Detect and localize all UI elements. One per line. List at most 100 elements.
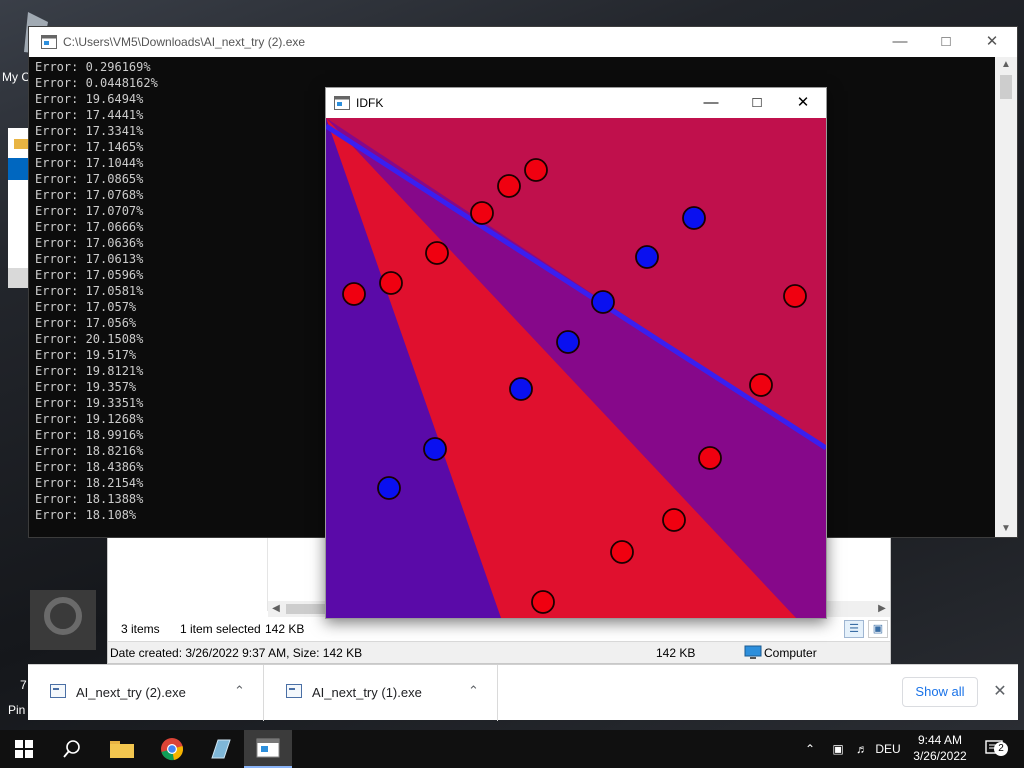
red-data-point [698, 446, 722, 470]
console-line: Error: 17.0596% [35, 268, 144, 282]
window-edge-highlight [8, 158, 30, 180]
download-item[interactable]: AI_next_try (2).exe ⌃ [28, 665, 264, 721]
selection-size: 142 KB [265, 622, 305, 636]
notebook-icon [211, 739, 231, 759]
red-data-point [497, 174, 521, 198]
console-line: Error: 19.8121% [35, 364, 144, 378]
red-data-point [610, 540, 634, 564]
desktop-digit: 7 [20, 678, 27, 692]
input-language[interactable]: DEU [874, 730, 902, 768]
chrome-icon [161, 738, 183, 761]
window-edge-selected-row [8, 268, 30, 288]
idfk-close-button[interactable]: ✕ [780, 88, 826, 118]
console-line: Error: 18.1388% [35, 492, 144, 506]
explorer-nav-pane [108, 529, 268, 611]
console-line: Error: 18.108% [35, 508, 137, 522]
console-line: Error: 17.0865% [35, 172, 144, 186]
details-view-icon[interactable]: ☰ [844, 620, 864, 638]
search-button[interactable] [48, 730, 96, 768]
recaptcha-icon [30, 590, 96, 650]
show-hidden-icons-chevron-up-icon[interactable]: ⌃ [800, 730, 820, 768]
console-line: Error: 17.057% [35, 300, 137, 314]
red-data-point [342, 282, 366, 306]
search-icon [63, 740, 80, 758]
taskbar-clock[interactable]: 9:44 AM 3/26/2022 [900, 732, 980, 766]
taskbar-file-explorer[interactable] [98, 730, 146, 768]
scroll-right-icon[interactable]: ▶ [874, 601, 890, 617]
console-titlebar[interactable]: C:\Users\VM5\Downloads\AI_next_try (2).e… [29, 27, 1017, 57]
console-line: Error: 18.9916% [35, 428, 144, 442]
clock-time: 9:44 AM [917, 733, 963, 747]
console-line: Error: 17.0613% [35, 252, 144, 266]
chevron-up-icon[interactable]: ⌃ [468, 683, 479, 699]
scroll-left-icon[interactable]: ◀ [268, 601, 284, 617]
console-output: Error: 0.296169% Error: 0.0448162% Error: … [35, 59, 335, 537]
red-data-point [749, 373, 773, 397]
scroll-up-icon[interactable]: ▲ [995, 57, 1017, 73]
close-icon[interactable]: ✕ [990, 681, 1010, 703]
console-line: Error: 0.296169% [35, 60, 151, 74]
console-line: Error: 17.0636% [35, 236, 144, 250]
console-line: Error: 17.0581% [35, 284, 144, 298]
console-line: Error: 17.0666% [35, 220, 144, 234]
idfk-minimize-button[interactable]: — [688, 88, 734, 118]
volume-icon[interactable]: ♬ [850, 730, 874, 768]
taskbar-console-app[interactable] [244, 730, 292, 768]
red-data-point [379, 271, 403, 295]
desktop-icon-label[interactable]: My C [2, 70, 30, 84]
windows-logo-icon [15, 740, 33, 758]
idfk-maximize-button[interactable]: □ [734, 88, 780, 118]
download-item-name: AI_next_try (1).exe [312, 685, 422, 700]
console-line: Error: 19.1268% [35, 412, 144, 426]
blue-data-point [591, 290, 615, 314]
blue-data-point [682, 206, 706, 230]
notification-center-button[interactable]: 2 [980, 730, 1010, 768]
console-line: Error: 18.8216% [35, 444, 144, 458]
folder-icon [110, 741, 134, 758]
clock-date: 3/26/2022 [913, 749, 967, 763]
console-line: Error: 20.1508% [35, 332, 144, 346]
taskbar-chrome[interactable] [148, 730, 196, 768]
red-data-point [662, 508, 686, 532]
classification-canvas[interactable] [326, 118, 826, 618]
scroll-down-icon[interactable]: ▼ [995, 521, 1017, 537]
chevron-up-icon[interactable]: ⌃ [234, 683, 245, 699]
downloads-bar: AI_next_try (2).exe ⌃ AI_next_try (1).ex… [28, 664, 1018, 721]
console-line: Error: 19.357% [35, 380, 137, 394]
console-line: Error: 17.0707% [35, 204, 144, 218]
taskbar-app[interactable] [196, 730, 244, 768]
red-data-point [531, 590, 555, 614]
console-line: Error: 17.1044% [35, 156, 144, 170]
blue-data-point [556, 330, 580, 354]
folder-icon [14, 139, 28, 149]
background-window-edge [8, 128, 30, 288]
blue-data-point [377, 476, 401, 500]
console-line: Error: 17.056% [35, 316, 137, 330]
red-data-point [470, 201, 494, 225]
console-minimize-button[interactable]: — [877, 27, 923, 57]
console-line: Error: 0.0448162% [35, 76, 158, 90]
console-maximize-button[interactable]: □ [923, 27, 969, 57]
desktop-icon-label-pin[interactable]: Pin [8, 703, 25, 717]
selection-count: 1 item selected [180, 622, 261, 636]
large-icons-view-icon[interactable]: ▣ [868, 620, 888, 638]
red-data-point [783, 284, 807, 308]
details-text: Date created: 3/26/2022 9:37 AM, Size: 1… [110, 646, 363, 660]
red-data-point [524, 158, 548, 182]
exe-file-icon [286, 684, 302, 698]
console-close-button[interactable]: ✕ [969, 27, 1015, 57]
console-vertical-scrollbar[interactable]: ▲ ▼ [995, 57, 1017, 537]
console-scrollbar-thumb[interactable] [1000, 75, 1012, 99]
red-data-point [425, 241, 449, 265]
details-location: Computer [764, 646, 817, 660]
details-size: 142 KB [656, 646, 696, 660]
download-item-name: AI_next_try (2).exe [76, 685, 186, 700]
console-line: Error: 17.4441% [35, 108, 144, 122]
idfk-titlebar[interactable]: IDFK — □ ✕ [326, 88, 826, 118]
console-line: Error: 17.1465% [35, 140, 144, 154]
download-item[interactable]: AI_next_try (1).exe ⌃ [264, 665, 498, 721]
start-button[interactable] [0, 730, 48, 768]
console-line: Error: 19.517% [35, 348, 137, 362]
blue-data-point [635, 245, 659, 269]
show-all-button[interactable]: Show all [902, 677, 978, 707]
